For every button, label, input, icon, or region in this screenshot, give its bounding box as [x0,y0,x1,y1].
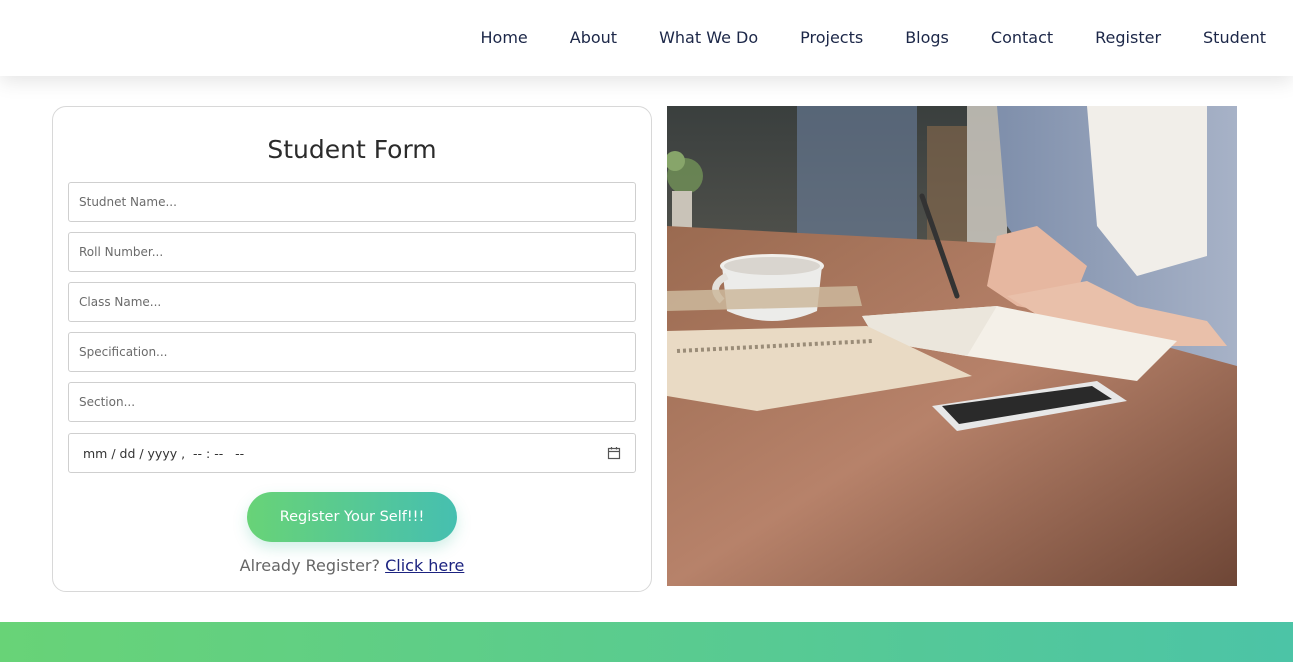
form-title: Student Form [267,135,437,164]
calendar-icon[interactable] [607,446,621,460]
nav-about[interactable]: About [549,0,638,76]
already-register-label: Already Register? [239,556,380,575]
nav-register[interactable]: Register [1074,0,1182,76]
nav-home[interactable]: Home [460,0,549,76]
main-nav: Home About What We Do Projects Blogs Con… [460,0,1293,76]
class-name-input[interactable] [68,282,636,322]
section-input[interactable] [68,382,636,422]
click-here-link[interactable]: Click here [385,556,464,575]
datetime-input[interactable]: mm / dd / yyyy , -- : -- -- [68,433,636,473]
nav-contact[interactable]: Contact [970,0,1074,76]
student-form-card: Student Form mm / dd / yyyy , -- : -- --… [52,106,652,592]
register-button[interactable]: Register Your Self!!! [247,492,457,542]
nav-student[interactable]: Student [1182,0,1293,76]
specification-input[interactable] [68,332,636,372]
nav-projects[interactable]: Projects [779,0,884,76]
student-writing-illustration [667,106,1237,586]
already-registered-text: Already Register? Click here [53,556,651,575]
footer-band [0,622,1293,662]
student-name-input[interactable] [68,182,636,222]
roll-number-input[interactable] [68,232,636,272]
site-header: Home About What We Do Projects Blogs Con… [0,0,1293,76]
nav-blogs[interactable]: Blogs [884,0,970,76]
hero-photo [667,106,1237,586]
datetime-value: mm / dd / yyyy , -- : -- -- [83,445,245,461]
nav-what-we-do[interactable]: What We Do [638,0,779,76]
